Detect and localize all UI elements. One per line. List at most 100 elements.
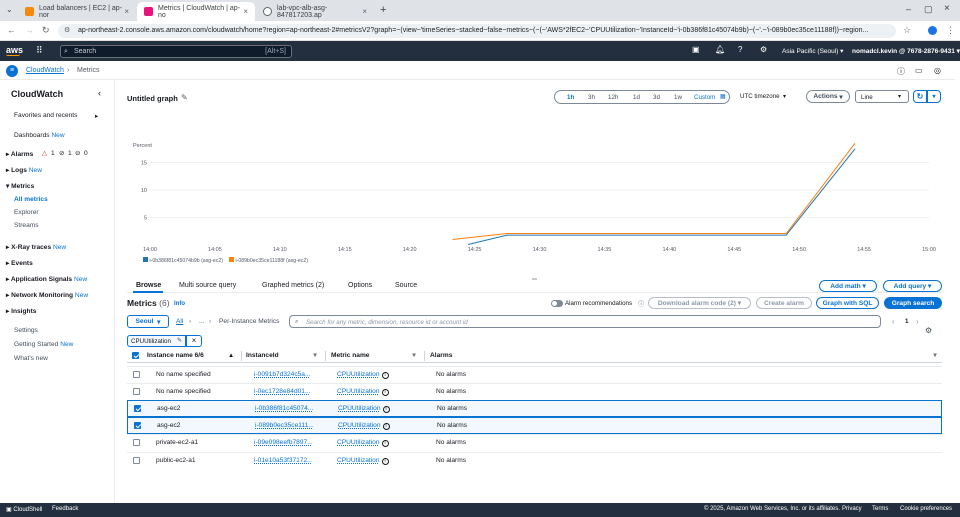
metric-info-icon[interactable]: i [381, 458, 389, 465]
tab-source[interactable]: Source [395, 282, 417, 289]
region-selector[interactable]: Asia Pacific (Seoul) ▾ [782, 47, 843, 55]
account-menu[interactable]: nomadcl.kevin @ 7678-2876-9431 ▾ [852, 47, 960, 55]
url-field[interactable]: ⚙ ap-northeast-2.console.aws.amazon.com/… [58, 24, 896, 38]
sidebar-item-dashboards[interactable]: Dashboards New [14, 132, 65, 139]
close-tab-icon[interactable]: × [124, 7, 129, 16]
alarm-recommendations-toggle[interactable] [551, 300, 563, 307]
close-tab-icon[interactable]: × [362, 7, 367, 16]
row-checkbox[interactable] [133, 439, 140, 446]
sidebar-item-application-signals[interactable]: ▸ Application Signals New [6, 275, 87, 283]
timezone-select[interactable]: UTC timezone ▾ [740, 93, 786, 100]
privacy-link[interactable]: Privacy [842, 506, 862, 512]
collapse-sidebar-icon[interactable]: ‹ [98, 88, 101, 98]
instance-id-link[interactable]: i-089b0ec35ce111... [255, 422, 314, 429]
cloudshell-footer-link[interactable]: ▣ CloudShell [6, 506, 42, 513]
crumb-all-link[interactable]: All [176, 318, 183, 325]
metric-name-link[interactable]: CPUUtilization [338, 405, 381, 412]
next-page-icon[interactable]: › [916, 317, 919, 326]
refresh-button[interactable]: ↻ [913, 90, 927, 103]
instance-id-link[interactable]: i-0091b7d324c5a... [254, 371, 310, 378]
profile-avatar[interactable] [928, 26, 937, 35]
row-checkbox[interactable] [134, 405, 141, 412]
table-row[interactable]: No name specified i-0091b7d324c5a... CPUUt… [127, 366, 942, 383]
sidebar-item-events[interactable]: ▸ Events [6, 259, 33, 267]
region-filter-select[interactable]: Seoul ▾ [127, 315, 169, 328]
sidebar-item-favorites[interactable]: Favorites and recents [14, 112, 77, 119]
legend-item[interactable]: i-0b386f81c45074b9b (asg-ec2) [143, 257, 223, 264]
sidebar-item-settings[interactable]: Settings [14, 327, 38, 334]
metric-info-icon[interactable]: i [382, 423, 390, 430]
new-tab-icon[interactable]: + [380, 4, 386, 16]
resize-handle[interactable]: ═ [532, 276, 537, 283]
help-icon[interactable]: ? [738, 45, 742, 54]
info-link[interactable]: Info [174, 301, 185, 307]
maximize-icon[interactable]: ▢ [924, 4, 933, 15]
actions-dropdown[interactable]: Actions ▾ [806, 90, 850, 103]
sidebar-item-logs[interactable]: ▸ Logs New [6, 166, 42, 174]
graph-with-sql-button[interactable]: Graph with SQL [816, 297, 879, 309]
chart-type-select[interactable]: Line ▾ [855, 90, 909, 103]
column-header-instance-id[interactable]: InstanceId [246, 352, 279, 359]
back-icon[interactable]: ← [7, 25, 16, 35]
range-12h[interactable]: 12h [608, 94, 618, 101]
sort-ascending-icon[interactable]: ▲ [228, 352, 234, 359]
instance-id-link[interactable]: i-0b386f81c45074... [255, 405, 313, 412]
download-alarm-code-button[interactable]: Download alarm code (2) ▾ [648, 297, 751, 309]
graph-search-button[interactable]: Graph search [884, 297, 942, 309]
edit-token-pencil-icon[interactable]: ✎ [177, 337, 182, 344]
cookie-preferences-link[interactable]: Cookie preferences [900, 506, 952, 512]
row-checkbox[interactable] [133, 388, 140, 395]
range-1w[interactable]: 1w [674, 94, 682, 101]
forward-icon[interactable]: → [25, 25, 34, 35]
settings-gear-icon[interactable]: ⚙ [760, 45, 767, 54]
sidebar-item-explorer[interactable]: Explorer [14, 209, 39, 216]
row-checkbox[interactable] [134, 422, 141, 429]
column-divider[interactable] [424, 351, 425, 361]
calendar-icon[interactable]: ▦ [720, 93, 726, 100]
tab-multi-source-query[interactable]: Multi source query [179, 282, 236, 289]
info-panel-icon[interactable]: ⓘ [897, 66, 905, 77]
table-preferences-gear-icon[interactable]: ⚙ [925, 326, 932, 335]
table-row[interactable]: asg-ec2 i-089b0ec35ce111... CPUUtilization… [127, 417, 942, 434]
browser-tab-cloudwatch[interactable]: Metrics | CloudWatch | ap-no × [137, 2, 255, 21]
sidebar-item-insights[interactable]: ▸ Insights [6, 307, 36, 315]
legend-item[interactable]: i-089b0ec35ce11188f (asg-ec2) [229, 257, 308, 264]
metric-search-input[interactable]: ⌕ Search for any metric, dimension, reso… [289, 315, 881, 328]
aws-search-input[interactable]: ⌕ Search [Alt+S] [60, 45, 292, 58]
metric-info-icon[interactable]: i [381, 389, 389, 396]
browser-menu-icon[interactable]: ⋮ [946, 25, 955, 36]
row-checkbox[interactable] [133, 457, 140, 464]
range-custom[interactable]: Custom [694, 94, 715, 101]
browser-tab-ec2[interactable]: Load balancers | EC2 | ap-nor × [18, 2, 136, 21]
add-query-button[interactable]: Add query ▾ [883, 280, 942, 292]
tab-list-icon[interactable]: ⌄ [6, 5, 13, 14]
metric-name-link[interactable]: CPUUtilization [337, 371, 380, 378]
edit-title-pencil-icon[interactable]: ✎ [181, 93, 188, 102]
prev-page-icon[interactable]: ‹ [892, 317, 895, 326]
sort-icon[interactable]: ▼ [411, 352, 417, 359]
page-number[interactable]: 1 [905, 318, 908, 325]
sidebar-item-network-monitoring[interactable]: ▸ Network Monitoring New [6, 291, 88, 299]
instance-id-link[interactable]: i-09e098eefb7897... [254, 439, 313, 446]
tab-browse[interactable]: Browse [136, 282, 161, 289]
close-tab-icon[interactable]: × [243, 7, 248, 16]
range-1h[interactable]: 1h [567, 94, 574, 101]
sidebar-item-xray[interactable]: ▸ X-Ray traces New [6, 243, 66, 251]
tab-graphed-metrics[interactable]: Graphed metrics (2) [262, 282, 324, 289]
select-all-checkbox[interactable] [132, 352, 139, 359]
terms-link[interactable]: Terms [872, 506, 888, 512]
create-alarm-button[interactable]: Create alarm [756, 297, 812, 309]
feedback-icon[interactable]: ◎ [934, 66, 941, 75]
add-math-button[interactable]: Add math ▾ [819, 280, 877, 292]
column-header-alarms[interactable]: Alarms [430, 352, 452, 359]
column-divider[interactable] [325, 351, 326, 361]
column-divider[interactable] [241, 351, 242, 361]
metric-info-icon[interactable]: i [381, 440, 389, 447]
minimize-icon[interactable]: – [906, 4, 911, 14]
feedback-link[interactable]: Feedback [52, 506, 78, 512]
services-grid-icon[interactable]: ⠿ [36, 45, 43, 56]
range-3d[interactable]: 3d [653, 94, 660, 101]
sort-icon[interactable]: ▼ [312, 352, 318, 359]
table-row[interactable]: No name specified i-0ec1728e84d01... CPUUt… [127, 383, 942, 400]
browser-tab-alb[interactable]: lab-vpc-alb-asg-847817203.ap × [256, 2, 374, 21]
